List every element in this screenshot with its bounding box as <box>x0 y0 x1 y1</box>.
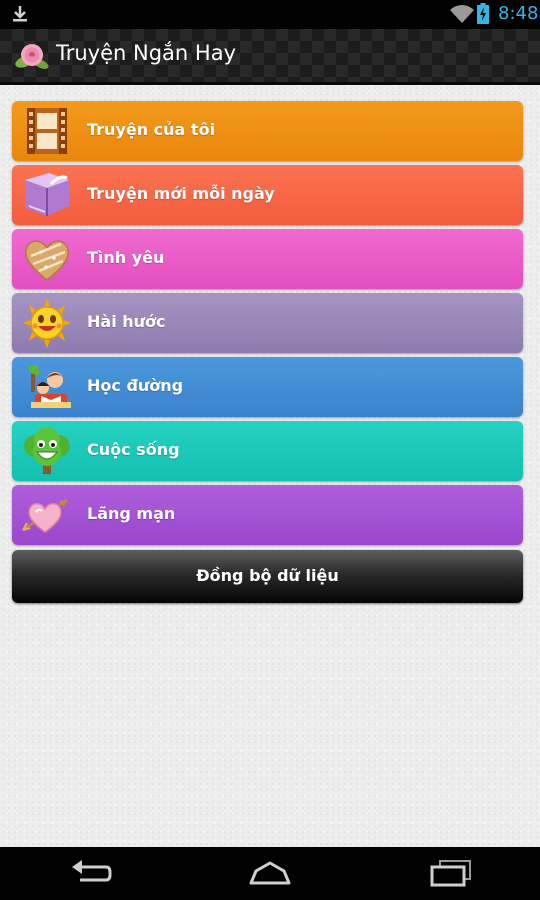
menu-item-label: Lãng mạn <box>87 504 176 523</box>
heart-icon <box>25 240 69 281</box>
book-icon <box>25 173 69 216</box>
menu-item-school[interactable]: Học đường <box>12 357 523 417</box>
menu-item-romance[interactable]: Lãng mạn <box>12 485 523 545</box>
sync-data-button[interactable]: Đồng bộ dữ liệu <box>12 550 523 603</box>
app-title: Truyện Ngắn Hay <box>56 41 236 65</box>
students-reading-icon <box>28 364 71 408</box>
recent-apps-icon[interactable] <box>430 859 472 887</box>
menu-item-love[interactable]: Tình yêu <box>12 229 523 289</box>
menu-item-label: Hài hước <box>87 312 166 331</box>
home-icon[interactable] <box>248 859 292 887</box>
sync-button-label: Đồng bộ dữ liệu <box>196 566 339 585</box>
smiling-tree-icon <box>24 427 70 474</box>
menu-item-label: Tình yêu <box>87 248 165 267</box>
status-bar: 8:48 <box>0 0 540 29</box>
battery-icon <box>477 3 489 24</box>
clock: 8:48 <box>498 3 539 24</box>
action-bar: Truyện Ngắn Hay <box>0 29 540 85</box>
content-area: Truyện của tôi Truyện mới mỗi ngày Tình … <box>0 85 540 847</box>
heart-arrow-icon <box>22 498 68 533</box>
film-strip-icon <box>27 108 67 154</box>
smiling-sun-icon <box>23 298 71 348</box>
menu-item-label: Cuộc sống <box>87 440 180 459</box>
download-icon <box>13 6 27 22</box>
menu-item-label: Truyện mới mỗi ngày <box>87 184 275 203</box>
navigation-bar <box>0 847 540 900</box>
menu-item-label: Truyện của tôi <box>87 120 216 139</box>
menu-item-my-stories[interactable]: Truyện của tôi <box>12 101 523 161</box>
back-icon[interactable] <box>70 859 112 887</box>
menu-item-humor[interactable]: Hài hước <box>12 293 523 353</box>
menu-item-label: Học đường <box>87 376 184 395</box>
wifi-icon <box>450 5 474 23</box>
menu-item-life[interactable]: Cuộc sống <box>12 421 523 481</box>
rose-icon <box>15 44 49 69</box>
menu-item-daily-stories[interactable]: Truyện mới mỗi ngày <box>12 165 523 225</box>
